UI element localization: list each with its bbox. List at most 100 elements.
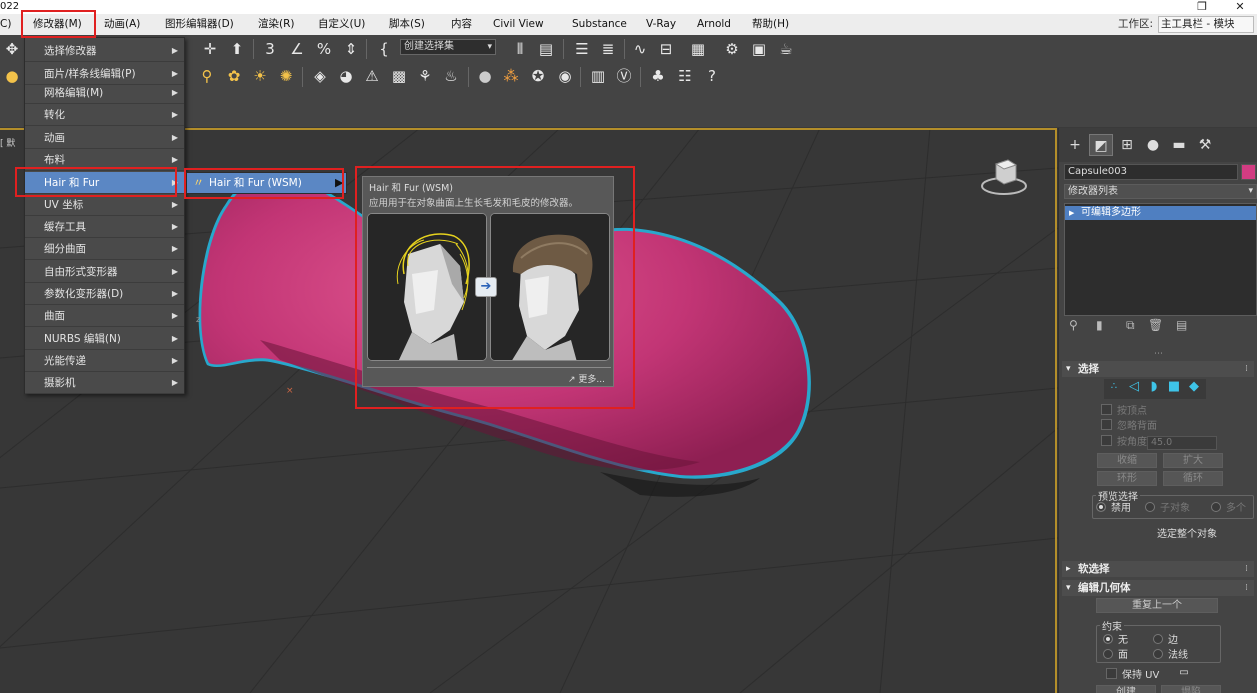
menu-item-surface[interactable]: 曲面 ▶ [25,305,184,327]
object-color-swatch[interactable] [1241,164,1256,180]
layer-explorer-icon[interactable]: ≣ [598,39,618,59]
percent-snap-icon[interactable]: % [314,39,334,59]
camera-icon[interactable]: ⚠ [362,66,382,86]
grass-icon[interactable]: ⚘ [415,66,435,86]
constraint-none-radio[interactable]: 无 [1103,634,1128,647]
utilities-tab-icon[interactable]: ⚒ [1193,134,1217,156]
rendered-frame-icon[interactable]: ▣ [749,39,769,59]
material-icon[interactable]: ◕ [336,66,356,86]
make-unique-icon[interactable]: ⧉ [1126,318,1135,333]
menu-content[interactable]: 内容 [451,14,472,35]
notes-icon[interactable]: ☷ [675,66,695,86]
align-icon[interactable]: ▤ [536,39,556,59]
grid-object-icon[interactable]: ▩ [389,66,409,86]
display-tab-icon[interactable]: ▬ [1167,134,1191,156]
stack-item-editable-poly[interactable]: 可编辑多边形 [1065,206,1256,220]
collapse-button[interactable]: 塌陷 [1161,685,1221,693]
box-icon[interactable]: ◈ [310,66,330,86]
sphere-icon[interactable]: ● [475,66,495,86]
edit-named-sets-icon[interactable]: { [374,39,394,59]
render-icon[interactable]: ☕ [776,39,796,59]
constraint-edge-radio[interactable]: 边 [1153,634,1178,647]
modify-tab-icon[interactable]: ◩ [1089,134,1113,156]
edge-level-icon[interactable]: ◁ [1126,379,1142,395]
loop-button[interactable]: 循环 [1163,471,1223,486]
frame-buffer-icon[interactable]: ▥ [588,66,608,86]
menu-item-nurbs-editing[interactable]: NURBS 编辑(N) ▶ [25,328,184,350]
menu-civil-view[interactable]: Civil View [493,14,544,35]
menu-help[interactable]: 帮助(H) [752,14,789,35]
menu-customize-partial[interactable]: C) [0,14,11,35]
forest-icon[interactable]: ♣ [648,66,668,86]
menu-item-uv-coordinates[interactable]: UV 坐标 ▶ [25,194,184,216]
scene-explorer-icon[interactable]: ☰ [572,39,592,59]
edit-geometry-rollout-header[interactable]: 编辑几何体 ⁞ [1062,580,1254,596]
preserve-uv-checkbox[interactable]: 保持 UV [1106,668,1159,683]
menu-item-parametric-deformers[interactable]: 参数化变形器(D) ▶ [25,283,184,305]
omni-light-icon[interactable]: ✿ [224,66,244,86]
pin-stack-icon[interactable]: ⚲ [1069,318,1078,332]
menu-scripting[interactable]: 脚本(S) [389,14,425,35]
preview-disabled-radio[interactable]: 禁用 [1096,502,1131,515]
menu-item-radiosity[interactable]: 光能传递 ▶ [25,350,184,372]
polygon-level-icon[interactable]: ■ [1166,379,1182,395]
menu-rendering[interactable]: 渲染(R) [258,14,295,35]
workspace-select[interactable]: 主工具栏 - 模块 [1158,16,1254,33]
menu-vray[interactable]: V-Ray [646,14,676,35]
menu-graph-editors[interactable]: 图形编辑器(D) [165,14,234,35]
motion-tab-icon[interactable]: ● [1141,134,1165,156]
preserve-uv-settings-icon[interactable]: ▭ [1177,665,1191,681]
shrink-button[interactable]: 收缩 [1097,453,1157,468]
ignore-backfacing-checkbox[interactable]: 忽略背面 [1101,419,1157,434]
dope-sheet-icon[interactable]: ⊟ [656,39,676,59]
element-level-icon[interactable]: ◆ [1186,379,1202,395]
maximize-icon[interactable]: ❐ [1188,0,1216,14]
menu-item-animation[interactable]: 动画 ▶ [25,127,184,149]
modifier-list-dropdown[interactable]: 修改器列表 [1064,184,1257,199]
object-name-field[interactable]: Capsule003 [1064,164,1238,180]
fire-icon[interactable]: ♨ [441,66,461,86]
help-icon[interactable]: ? [702,66,722,86]
sun-icon[interactable]: ☀ [250,66,270,86]
select-and-place-icon[interactable]: ⬆ [227,39,247,59]
mirror-icon[interactable]: ⫴ [510,39,530,59]
hierarchy-tab-icon[interactable]: ⊞ [1115,134,1139,156]
menu-item-selection-modifiers[interactable]: 选择修改器 ▶ [25,40,184,62]
material-editor-icon[interactable]: ◉ [555,66,575,86]
vertex-level-icon[interactable]: ∴ [1106,379,1122,395]
multi-sphere-icon[interactable]: ⁂ [501,66,521,86]
menu-animation[interactable]: 动画(A) [104,14,140,35]
grow-button[interactable]: 扩大 [1163,453,1223,468]
panel-grip[interactable]: ⋯ [1154,349,1163,359]
viewport-label[interactable]: [ 默 [0,136,15,149]
curve-editor-icon[interactable]: ∿ [630,39,650,59]
angle-spinner[interactable]: 45.0 [1147,436,1217,450]
snap-3d-icon[interactable]: 3 [260,39,280,59]
preview-multi-radio[interactable]: 多个 [1211,502,1246,515]
schematic-view-icon[interactable]: ▦ [688,39,708,59]
ring-button[interactable]: 环形 [1097,471,1157,486]
menu-arnold[interactable]: Arnold [697,14,731,35]
move-icon[interactable]: ✥ [2,39,22,59]
menu-item-subdivision-surfaces[interactable]: 细分曲面 ▶ [25,238,184,260]
named-selection-set[interactable]: 创建选择集 [400,39,496,55]
by-angle-checkbox[interactable]: 按角度 [1101,435,1147,450]
repeat-last-button[interactable]: 重复上一个 [1096,598,1218,613]
constraint-normal-radio[interactable]: 法线 [1153,649,1188,662]
menu-customize[interactable]: 自定义(U) [318,14,365,35]
viewcube[interactable] [980,156,1028,200]
select-and-move-icon[interactable]: ✛ [200,39,220,59]
preview-subobject-radio[interactable]: 子对象 [1145,502,1190,515]
close-icon[interactable]: ✕ [1226,0,1254,14]
by-vertex-checkbox[interactable]: 按顶点 [1101,404,1147,419]
menu-item-free-form-deformers[interactable]: 自由形式变形器 ▶ [25,261,184,283]
selection-rollout-header[interactable]: 选择 ⁞ [1062,361,1254,377]
configure-modifier-sets-icon[interactable]: ▤ [1176,318,1187,332]
spinner-snap-icon[interactable]: ⇕ [341,39,361,59]
create-tab-icon[interactable]: + [1063,134,1087,156]
menu-item-conversion[interactable]: 转化 ▶ [25,104,184,126]
constraint-face-radio[interactable]: 面 [1103,649,1128,662]
border-level-icon[interactable]: ◗ [1146,379,1162,395]
angle-snap-icon[interactable]: ∠ [287,39,307,59]
menu-item-mesh-editing[interactable]: 网格编辑(M) ▶ [25,82,184,104]
